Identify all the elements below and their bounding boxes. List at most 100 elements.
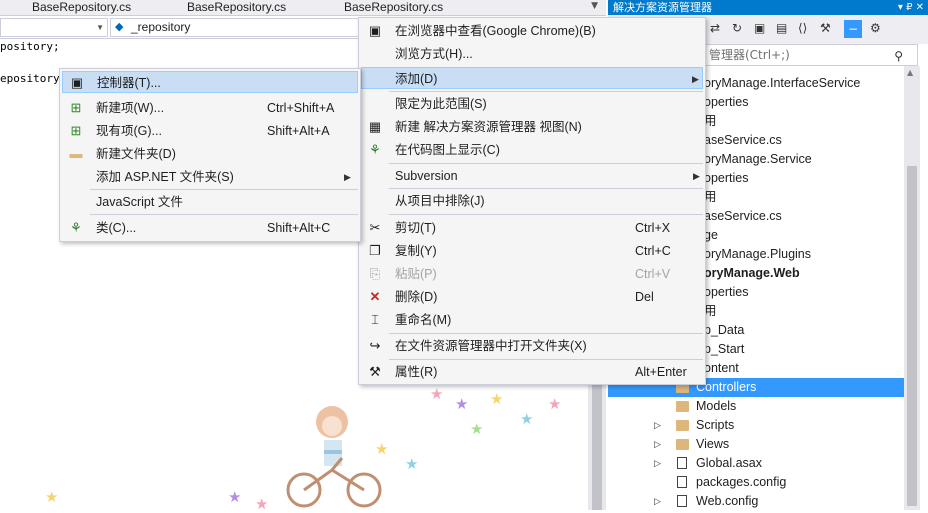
- new-view-icon: ▦: [368, 119, 382, 134]
- tab-baserepository-2[interactable]: BaseRepository.cs: [187, 0, 286, 16]
- tree-item-packages-config[interactable]: packages.config: [608, 473, 904, 492]
- sync-icon[interactable]: ⇄: [710, 21, 720, 35]
- document-tab-bar: BaseRepository.cs BaseRepository.cs Base…: [0, 0, 606, 16]
- show-all-files-icon[interactable]: ▤: [776, 21, 787, 35]
- tree-item-scripts[interactable]: ▷ Scripts: [608, 416, 904, 435]
- star-decoration-icon: ★: [228, 488, 242, 506]
- view-code-icon[interactable]: ⟨⟩: [798, 21, 807, 35]
- window-pin-close-buttons[interactable]: ▾ ₽ ✕: [898, 0, 924, 15]
- folder-icon: [676, 401, 689, 412]
- star-decoration-icon: ★: [490, 390, 504, 408]
- browser-icon: ▣: [368, 23, 382, 38]
- submenu-arrow-icon: ▶: [344, 172, 351, 182]
- menu-separator: [389, 163, 703, 164]
- menu-item-exclude-from-project[interactable]: 从项目中排除(J): [361, 190, 703, 212]
- star-decoration-icon: ★: [45, 488, 59, 506]
- code-line[interactable]: epository: [0, 72, 60, 85]
- file-icon: [677, 457, 687, 469]
- delete-icon: ✕: [369, 289, 381, 304]
- config-file-icon: [677, 476, 687, 488]
- preview-selected-icon[interactable]: −: [844, 20, 862, 38]
- search-icon[interactable]: ⚲: [894, 46, 903, 66]
- scroll-up-arrow-icon[interactable]: ▲: [907, 68, 913, 77]
- menu-separator: [389, 333, 703, 334]
- type-combo[interactable]: ▼: [0, 18, 108, 37]
- menu-item-new-solution-explorer-view[interactable]: ▦ 新建 解决方案资源管理器 视图(N): [361, 116, 703, 138]
- girl-on-bicycle-illustration: [286, 406, 382, 508]
- refresh-icon[interactable]: ↻: [732, 21, 742, 35]
- menu-item-new-folder[interactable]: ▬ 新建文件夹(D): [62, 143, 358, 165]
- menu-item-add-aspnet-folder[interactable]: 添加 ASP.NET 文件夹(S) ▶: [62, 166, 358, 188]
- menu-item-javascript-file[interactable]: JavaScript 文件: [62, 191, 358, 213]
- menu-separator: [389, 214, 703, 215]
- expand-arrow-icon[interactable]: ▷: [654, 416, 661, 435]
- field-icon: ◆: [115, 21, 124, 33]
- tab-list-dropdown-icon[interactable]: ▼: [591, 1, 598, 11]
- properties-wrench-icon[interactable]: ⚒: [820, 21, 831, 35]
- collapse-all-icon[interactable]: ▣: [754, 21, 765, 35]
- tab-baserepository-3[interactable]: BaseRepository.cs: [344, 0, 443, 16]
- chevron-down-icon: ▼: [96, 23, 104, 32]
- menu-separator: [90, 189, 358, 190]
- search-placeholder: 管理器(Ctrl+;): [709, 48, 790, 62]
- menu-item-new-item[interactable]: ⊞ 新建项(W)... Ctrl+Shift+A: [62, 97, 358, 119]
- menu-item-controller[interactable]: ▣ 控制器(T)...: [62, 71, 358, 93]
- submenu-arrow-icon: ▶: [693, 171, 700, 181]
- solution-explorer-titlebar: 解决方案资源管理器 ▾ ₽ ✕: [608, 0, 928, 15]
- menu-item-open-folder-in-explorer[interactable]: ↪ 在文件资源管理器中打开文件夹(X): [361, 335, 703, 357]
- rename-icon: ⌶: [371, 312, 379, 327]
- menu-separator: [389, 188, 703, 189]
- tree-item-views[interactable]: ▷ Views: [608, 435, 904, 454]
- menu-item-class[interactable]: ⚘ 类(C)... Shift+Alt+C: [62, 217, 358, 239]
- menu-item-browse-with[interactable]: 浏览方式(H)...: [361, 43, 703, 65]
- menu-separator: [389, 359, 703, 360]
- menu-item-scope-to-this[interactable]: 限定为此范围(S): [361, 93, 703, 115]
- solution-explorer-scrollbar[interactable]: ▲: [904, 66, 920, 510]
- paste-icon: ⎘: [369, 266, 381, 281]
- tab-baserepository-1[interactable]: BaseRepository.cs: [32, 0, 131, 16]
- tree-item-web-config[interactable]: ▷ Web.config: [608, 492, 904, 511]
- submenu-arrow-icon: ▶: [692, 74, 699, 84]
- menu-item-properties[interactable]: ⚒ 属性(R) Alt+Enter: [361, 361, 703, 383]
- folder-icon: [676, 439, 689, 450]
- add-submenu: ▣ 控制器(T)... ⊞ 新建项(W)... Ctrl+Shift+A ⊞ 现…: [59, 68, 361, 242]
- menu-item-delete[interactable]: ✕ 删除(D) Del: [361, 286, 703, 308]
- star-decoration-icon: ★: [548, 395, 562, 413]
- menu-item-copy[interactable]: ❐ 复制(Y) Ctrl+C: [361, 240, 703, 262]
- new-folder-icon: ▬: [69, 146, 83, 161]
- menu-item-subversion[interactable]: Subversion ▶: [361, 165, 703, 187]
- cut-icon: ✂: [369, 220, 381, 235]
- new-item-icon: ⊞: [70, 100, 82, 115]
- expand-arrow-icon[interactable]: ▷: [654, 492, 661, 511]
- config-file-icon: [677, 495, 687, 507]
- copy-icon: ❐: [369, 243, 381, 258]
- star-decoration-icon: ★: [455, 395, 469, 413]
- tree-item-models[interactable]: Models: [608, 397, 904, 416]
- menu-separator: [90, 214, 358, 215]
- member-combo-value: _repository: [131, 20, 191, 34]
- scrollbar-thumb[interactable]: [907, 166, 917, 506]
- menu-item-existing-item[interactable]: ⊞ 现有项(G)... Shift+Alt+A: [62, 120, 358, 142]
- existing-item-icon: ⊞: [70, 123, 82, 138]
- star-decoration-icon: ★: [430, 385, 444, 403]
- menu-item-cut[interactable]: ✂ 剪切(T) Ctrl+X: [361, 217, 703, 239]
- folder-icon: [676, 420, 689, 431]
- menu-item-paste[interactable]: ⎘ 粘贴(P) Ctrl+V: [361, 263, 703, 285]
- wrench-icon: ⚒: [369, 364, 381, 379]
- class-diagram-icon[interactable]: ⚙: [870, 21, 881, 35]
- star-decoration-icon: ★: [520, 410, 534, 428]
- open-folder-icon: ↪: [369, 338, 381, 353]
- code-line[interactable]: pository;: [0, 40, 60, 53]
- tree-item-global-asax[interactable]: ▷ Global.asax: [608, 454, 904, 473]
- menu-item-show-on-code-map[interactable]: ⚘ 在代码图上显示(C): [361, 139, 703, 161]
- solution-explorer-title: 解决方案资源管理器: [613, 1, 712, 14]
- expand-arrow-icon[interactable]: ▷: [654, 454, 661, 473]
- menu-separator: [389, 91, 703, 92]
- expand-arrow-icon[interactable]: ▷: [654, 435, 661, 454]
- menu-item-view-in-browser[interactable]: ▣ 在浏览器中查看(Google Chrome)(B): [361, 20, 703, 42]
- member-combo[interactable]: ◆ _repository: [110, 18, 360, 37]
- menu-item-add[interactable]: 添加(D) ▶: [361, 67, 703, 89]
- star-decoration-icon: ★: [405, 455, 419, 473]
- star-decoration-icon: ★: [255, 495, 269, 513]
- menu-item-rename[interactable]: ⌶ 重命名(M): [361, 309, 703, 331]
